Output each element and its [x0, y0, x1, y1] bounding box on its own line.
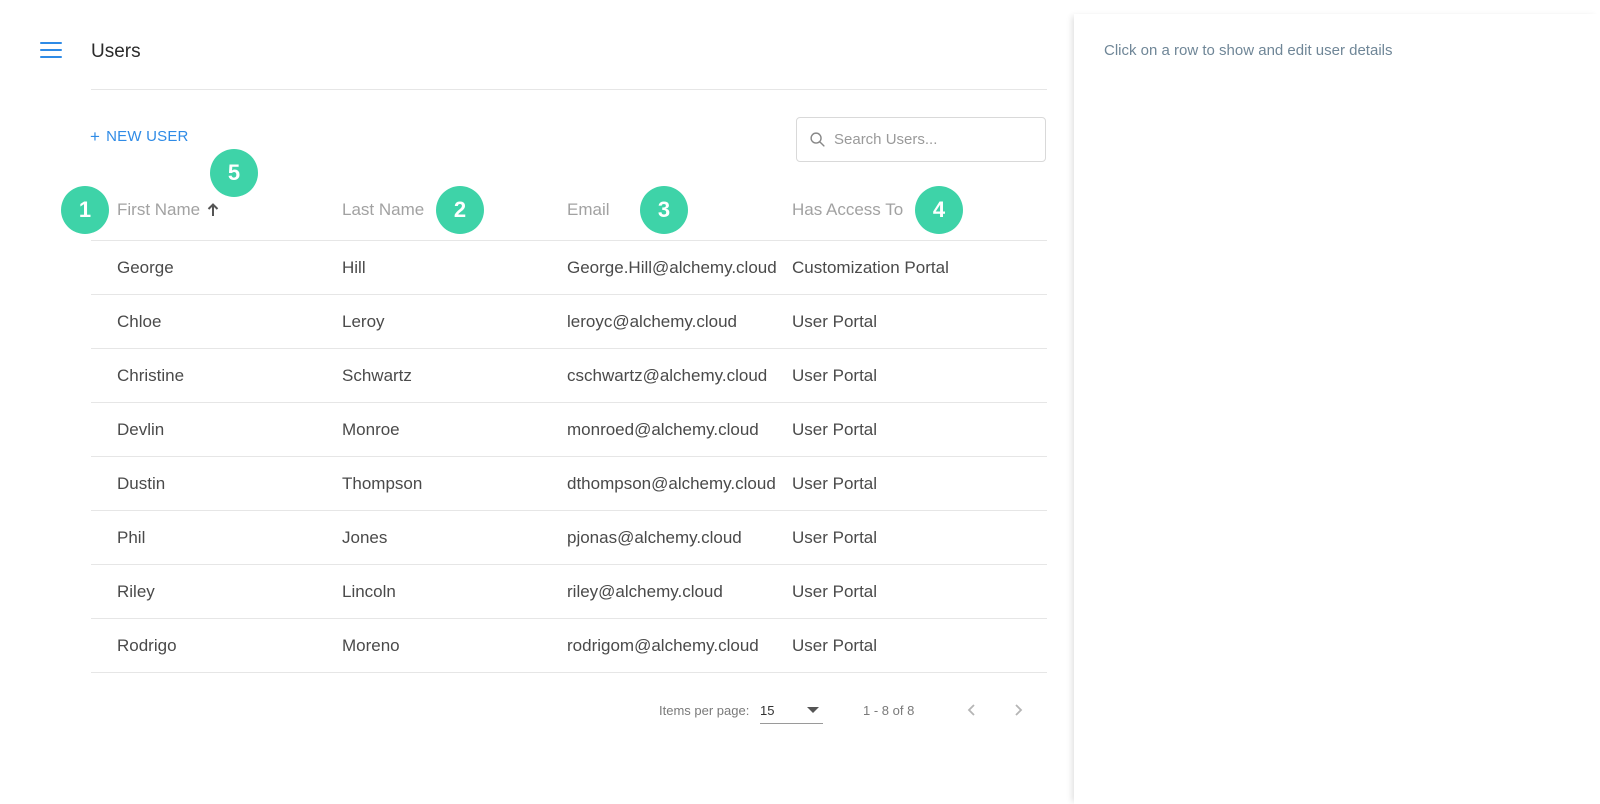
cell-email: riley@alchemy.cloud — [567, 581, 723, 601]
cell-last-name: Leroy — [342, 311, 385, 331]
cell-email: cschwartz@alchemy.cloud — [567, 365, 768, 385]
cell-first-name: Riley — [117, 581, 155, 601]
chevron-right-icon — [1015, 704, 1023, 716]
caret-down-icon — [807, 707, 819, 713]
search-icon — [810, 132, 825, 147]
cell-email: leroyc@alchemy.cloud — [567, 311, 738, 331]
cell-access: Customization Portal — [792, 257, 949, 277]
cell-access: User Portal — [792, 365, 878, 385]
plus-icon: + — [90, 127, 101, 146]
hamburger-menu-icon[interactable] — [40, 42, 62, 62]
paginator: Items per page: 15 1 - 8 of 8 — [0, 690, 1074, 730]
cell-first-name: George — [117, 257, 174, 277]
table-row[interactable]: George Hill George.Hill@alchemy.cloud Cu… — [91, 241, 1047, 295]
column-header-has-access-to[interactable]: Has Access To — [792, 180, 903, 240]
sort-ascending-icon — [207, 203, 219, 216]
cell-email: pjonas@alchemy.cloud — [567, 527, 742, 547]
next-page-button[interactable] — [1006, 698, 1030, 722]
table-row[interactable]: Christine Schwartz cschwartz@alchemy.clo… — [91, 349, 1047, 403]
marker-badge: 1 — [61, 186, 109, 234]
cell-first-name: Dustin — [117, 473, 166, 493]
cell-last-name: Jones — [342, 527, 388, 547]
cell-access: User Portal — [792, 635, 878, 655]
search-box[interactable] — [796, 117, 1046, 162]
cell-last-name: Moreno — [342, 635, 400, 655]
cell-first-name: Devlin — [117, 419, 165, 439]
table-row[interactable]: Riley Lincoln riley@alchemy.cloud User P… — [91, 565, 1047, 619]
column-header-email[interactable]: Email — [567, 180, 610, 240]
cell-access: User Portal — [792, 527, 878, 547]
items-per-page-value: 15 — [760, 703, 775, 718]
page-range-label: 1 - 8 of 8 — [863, 703, 915, 718]
table-row[interactable]: Phil Jones pjonas@alchemy.cloud User Por… — [91, 511, 1047, 565]
users-table: First Name Last Name Email Has Access To… — [91, 180, 1047, 673]
marker-badge: 4 — [915, 186, 963, 234]
main-panel: Users + NEW USER First Name — [0, 0, 1074, 804]
cell-last-name: Schwartz — [342, 365, 412, 385]
cell-access: User Portal — [792, 473, 878, 493]
cell-email: George.Hill@alchemy.cloud — [567, 257, 777, 277]
cell-first-name: Christine — [117, 365, 185, 385]
items-per-page-select[interactable]: 15 — [760, 696, 823, 724]
cell-email: rodrigom@alchemy.cloud — [567, 635, 759, 655]
cell-access: User Portal — [792, 419, 878, 439]
items-per-page-label: Items per page: — [659, 703, 750, 718]
cell-access: User Portal — [792, 311, 878, 331]
table-row[interactable]: Rodrigo Moreno rodrigom@alchemy.cloud Us… — [91, 619, 1047, 673]
cell-last-name: Lincoln — [342, 581, 396, 601]
title-divider — [91, 89, 1047, 90]
chevron-left-icon — [967, 704, 975, 716]
marker-badge: 5 — [210, 149, 258, 197]
marker-badge: 3 — [640, 186, 688, 234]
users-app: Users + NEW USER First Name — [0, 0, 1600, 804]
cell-last-name: Thompson — [342, 473, 423, 493]
table-row[interactable]: Devlin Monroe monroed@alchemy.cloud User… — [91, 403, 1047, 457]
table-row[interactable]: Dustin Thompson dthompson@alchemy.cloud … — [91, 457, 1047, 511]
cell-first-name: Chloe — [117, 311, 162, 331]
user-detail-panel: Click on a row to show and edit user det… — [1074, 14, 1600, 804]
cell-first-name: Phil — [117, 527, 146, 547]
cell-email: dthompson@alchemy.cloud — [567, 473, 776, 493]
cell-first-name: Rodrigo — [117, 635, 177, 655]
cell-last-name: Monroe — [342, 419, 400, 439]
marker-badge: 2 — [436, 186, 484, 234]
cell-access: User Portal — [792, 581, 878, 601]
search-input[interactable] — [834, 131, 1034, 148]
cell-last-name: Hill — [342, 257, 366, 277]
new-user-label: NEW USER — [106, 128, 189, 145]
table-row[interactable]: Chloe Leroy leroyc@alchemy.cloud User Po… — [91, 295, 1047, 349]
new-user-button[interactable]: + NEW USER — [90, 128, 189, 145]
page-title: Users — [91, 41, 141, 62]
previous-page-button[interactable] — [960, 698, 984, 722]
cell-email: monroed@alchemy.cloud — [567, 419, 759, 439]
column-header-last-name[interactable]: Last Name — [342, 180, 424, 240]
column-header-first-name[interactable]: First Name — [117, 180, 219, 240]
detail-hint-text: Click on a row to show and edit user det… — [1104, 42, 1393, 59]
